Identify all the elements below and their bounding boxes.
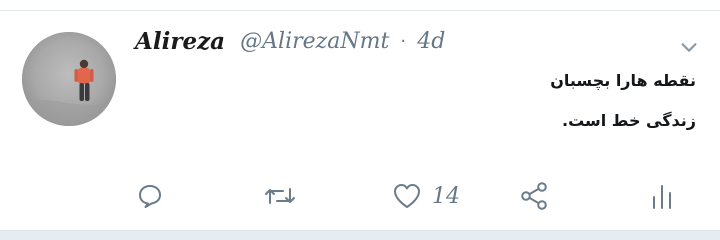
stats-icon — [653, 185, 671, 209]
heart-icon — [394, 184, 420, 208]
reply-icon — [139, 185, 161, 208]
tweet-header: Alireza @AlirezaNmt · 4d — [135, 28, 445, 64]
share-icon — [521, 182, 547, 210]
more-button[interactable] — [678, 36, 700, 58]
author-handle[interactable]: @AlirezaNmt — [240, 29, 389, 54]
avatar[interactable] — [22, 32, 116, 126]
reply-button[interactable] — [136, 178, 164, 214]
tweet-actions: 14 — [0, 178, 720, 214]
like-button[interactable]: 14 — [392, 178, 460, 214]
retweet-button[interactable] — [263, 178, 297, 214]
stats-button[interactable] — [648, 178, 676, 214]
author-name[interactable]: Alireza — [135, 28, 225, 55]
avatar-photo — [22, 32, 116, 126]
chevron-down-icon — [681, 43, 697, 52]
tweet-text-line-2: زندگی خط است. — [562, 111, 696, 130]
tweet-age[interactable]: 4d — [417, 29, 445, 54]
tweet-text-line-1: نقطه هارا بچسبان — [550, 71, 696, 90]
timestamp-separator: · — [400, 31, 407, 52]
top-divider — [0, 0, 720, 11]
share-button[interactable] — [518, 178, 550, 214]
tweet-text: نقطه هارا بچسبان زندگی خط است. — [296, 66, 696, 136]
bottom-divider — [0, 230, 720, 240]
retweet-icon — [265, 188, 295, 204]
like-count: 14 — [432, 183, 460, 209]
